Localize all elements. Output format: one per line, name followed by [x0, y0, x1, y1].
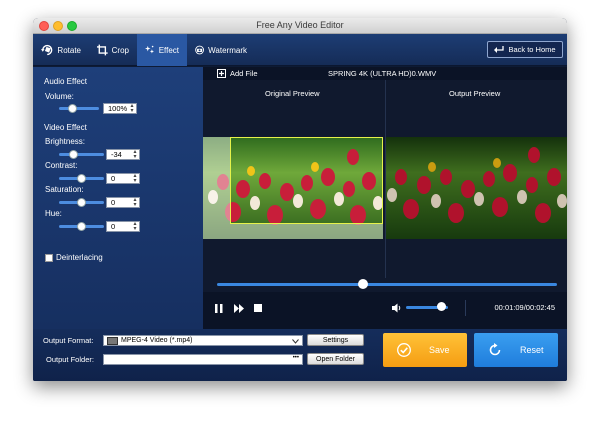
stop-icon[interactable]: [254, 304, 262, 312]
hue-value: 0: [111, 222, 116, 231]
main-toolbar: Rotate Crop Effect Watermark Back to Hom…: [33, 34, 567, 66]
brightness-slider-track[interactable]: [59, 153, 104, 156]
output-format-select[interactable]: MPEG-4 Video (*.mp4): [103, 335, 303, 346]
effects-panel: Audio Effect Volume: 100% ▴ ▾ Video Effec…: [33, 67, 203, 329]
volume-slider-track[interactable]: [59, 107, 99, 110]
spin-arrows-icon[interactable]: ▴ ▾: [129, 103, 135, 114]
tab-effect-label: Effect: [158, 45, 179, 55]
back-to-home-button[interactable]: Back to Home: [487, 41, 563, 58]
title-bar: Free Any Video Editor: [33, 18, 567, 34]
output-folder-label: Output Folder:: [46, 355, 94, 364]
contrast-label: Contrast:: [45, 161, 78, 170]
brightness-value: -34: [111, 150, 122, 159]
window-title: Free Any Video Editor: [256, 20, 344, 30]
output-preview-label: Output Preview: [449, 89, 501, 98]
volume-value: 100%: [108, 104, 128, 113]
volume-label: Volume:: [45, 92, 74, 101]
reset-label: Reset: [520, 345, 544, 355]
contrast-value: 0: [111, 174, 116, 183]
output-folder-field[interactable]: •••: [103, 354, 303, 365]
saturation-label: Saturation:: [45, 185, 84, 194]
effect-icon: [145, 45, 154, 54]
pause-icon[interactable]: [215, 304, 223, 313]
mp4-format-icon: [107, 336, 118, 345]
tab-rotate-label: Rotate: [57, 45, 81, 55]
tab-crop-label: Crop: [111, 45, 129, 55]
back-to-home-label: Back to Home: [508, 45, 556, 54]
original-preview-video: [203, 137, 383, 239]
chevron-down-icon: [292, 339, 299, 344]
browse-dots-button[interactable]: •••: [293, 355, 299, 361]
hue-slider-knob[interactable]: [77, 222, 86, 231]
tab-rotate[interactable]: Rotate: [33, 34, 89, 66]
spin-arrows-icon[interactable]: ▴ ▾: [132, 173, 138, 184]
brightness-slider-knob[interactable]: [69, 150, 78, 159]
add-file-label: Add File: [230, 69, 258, 78]
hue-label: Hue:: [45, 209, 62, 218]
file-name: SPRING 4K (ULTRA HD)0.WMV: [328, 69, 437, 78]
checkmark-icon: [397, 343, 411, 357]
rotate-icon: [41, 44, 53, 56]
brightness-spinbox[interactable]: -34 ▴ ▾: [106, 149, 140, 160]
output-preview-video: [386, 137, 567, 239]
video-effect-heading: Video Effect: [44, 123, 87, 132]
original-preview-label: Original Preview: [265, 89, 320, 98]
output-format-value: MPEG-4 Video (*.mp4): [121, 337, 193, 344]
deinterlacing-checkbox[interactable]: [45, 254, 53, 262]
fast-forward-icon[interactable]: [234, 304, 244, 313]
saturation-slider-knob[interactable]: [77, 198, 86, 207]
crop-icon: [97, 44, 108, 56]
spin-arrows-icon[interactable]: ▴ ▾: [132, 221, 138, 232]
volume-slider-knob[interactable]: [68, 104, 77, 113]
speaker-icon[interactable]: [392, 303, 402, 313]
reset-button[interactable]: Reset: [474, 333, 558, 367]
tab-crop[interactable]: Crop: [89, 34, 137, 66]
add-file-icon: [217, 69, 226, 78]
playback-controls: 00:01:09/00:02:45: [203, 292, 567, 329]
deinterlacing-label: Deinterlacing: [56, 253, 103, 262]
tab-watermark-label: Watermark: [208, 45, 247, 55]
output-bar: Output Format: MPEG-4 Video (*.mp4) Sett…: [33, 329, 567, 381]
crop-selection-rectangle[interactable]: [230, 137, 383, 224]
controls-divider: [465, 300, 466, 316]
seek-slider-track[interactable]: [217, 283, 557, 286]
saturation-value: 0: [111, 198, 116, 207]
settings-button[interactable]: Settings: [307, 334, 364, 346]
tab-watermark[interactable]: Watermark: [187, 34, 255, 66]
contrast-slider-knob[interactable]: [77, 174, 86, 183]
volume-playback-slider-knob[interactable]: [437, 302, 447, 311]
tab-effect[interactable]: Effect: [137, 34, 187, 66]
add-file-button[interactable]: Add File: [217, 69, 258, 78]
hue-spinbox[interactable]: 0 ▴ ▾: [106, 221, 140, 232]
saturation-spinbox[interactable]: 0 ▴ ▾: [106, 197, 140, 208]
file-bar: Add File SPRING 4K (ULTRA HD)0.WMV: [203, 67, 567, 80]
playback-time: 00:01:09/00:02:45: [494, 303, 555, 312]
back-arrow-icon: [494, 46, 505, 53]
seek-slider-knob[interactable]: [358, 279, 369, 289]
preview-area: Add File SPRING 4K (ULTRA HD)0.WMV Origi…: [203, 67, 567, 329]
contrast-spinbox[interactable]: 0 ▴ ▾: [106, 173, 140, 184]
save-label: Save: [429, 345, 450, 355]
watermark-icon: [195, 45, 204, 55]
volume-spinbox[interactable]: 100% ▴ ▾: [103, 103, 137, 114]
output-format-label: Output Format:: [43, 336, 94, 345]
spin-arrows-icon[interactable]: ▴ ▾: [132, 197, 138, 208]
save-button[interactable]: Save: [383, 333, 467, 367]
brightness-label: Brightness:: [45, 137, 86, 146]
audio-effect-heading: Audio Effect: [44, 77, 87, 86]
open-folder-button[interactable]: Open Folder: [307, 353, 364, 365]
tulip-field-output-image: [386, 137, 567, 239]
reset-icon: [489, 343, 501, 356]
spin-arrows-icon[interactable]: ▴ ▾: [132, 149, 138, 160]
app-window: Free Any Video Editor Rotate Crop Effect…: [33, 18, 567, 381]
